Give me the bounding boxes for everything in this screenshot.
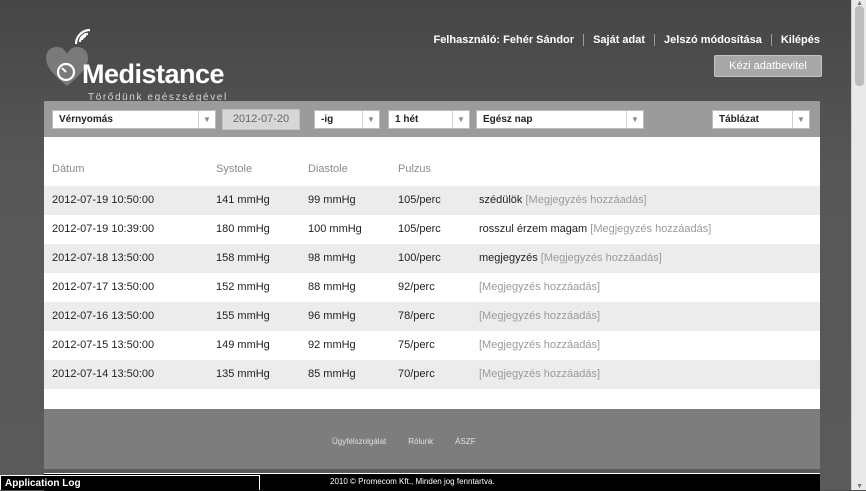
- cell-note: rosszul érzem magam [Megjegyzés hozzáadá…: [479, 215, 711, 244]
- filter-bar: Vérnyomás ▼ 2012-07-20 -ig ▼ 1 hét ▼ Egé…: [44, 101, 820, 137]
- table-row: 2012-07-14 13:50:00 135 mmHg 85 mmHg 70/…: [44, 360, 820, 389]
- cell-pulse: 100/perc: [398, 252, 441, 264]
- column-header-date: Dátum: [52, 163, 85, 175]
- cell-diastole: 92 mmHg: [308, 339, 356, 351]
- add-note-link[interactable]: [Megjegyzés hozzáadás]: [479, 281, 600, 293]
- footer: Ügyfélszolgálat Rólunk ÁSZF: [44, 409, 820, 469]
- logo[interactable]: Medistance Törődünk egészségével: [40, 22, 270, 103]
- add-note-link[interactable]: [Megjegyzés hozzáadás]: [541, 252, 662, 264]
- cell-note: [Megjegyzés hozzáadás]: [479, 360, 600, 389]
- date-mode-select[interactable]: -ig ▼: [314, 110, 380, 129]
- time-of-day-value: Egész nap: [483, 114, 533, 125]
- cell-pulse: 78/perc: [398, 310, 435, 322]
- my-data-link[interactable]: Saját adat: [584, 34, 654, 46]
- footer-link-about[interactable]: Rólunk: [408, 437, 433, 446]
- table-row: 2012-07-15 13:50:00 149 mmHg 92 mmHg 75/…: [44, 331, 820, 360]
- cell-pulse: 92/perc: [398, 281, 435, 293]
- cell-systole: 180 mmHg: [216, 223, 270, 235]
- vertical-scrollbar[interactable]: ▲ ▼: [851, 0, 866, 490]
- cell-diastole: 96 mmHg: [308, 310, 356, 322]
- application-log-tab[interactable]: Application Log: [0, 475, 260, 490]
- table-row: 2012-07-19 10:39:00 180 mmHg 100 mmHg 10…: [44, 215, 820, 244]
- cell-systole: 152 mmHg: [216, 281, 270, 293]
- chevron-down-icon: ▼: [792, 111, 809, 128]
- cell-note: megjegyzés [Megjegyzés hozzáadás]: [479, 244, 662, 273]
- cell-pulse: 105/perc: [398, 194, 441, 206]
- chevron-down-icon: ▼: [198, 111, 215, 128]
- logout-link[interactable]: Kilépés: [772, 34, 820, 46]
- view-select[interactable]: Táblázat ▼: [712, 110, 810, 129]
- cell-note: [Megjegyzés hozzáadás]: [479, 302, 600, 331]
- top-nav: Felhasználó: Fehér Sándor Saját adat Jel…: [433, 34, 820, 46]
- time-of-day-select[interactable]: Egész nap ▼: [476, 110, 644, 129]
- cell-systole: 158 mmHg: [216, 252, 270, 264]
- copyright: 2010 © Promecom Kft., Minden jog fenntar…: [330, 477, 495, 486]
- cell-systole: 149 mmHg: [216, 339, 270, 351]
- add-note-link[interactable]: [Megjegyzés hozzáadás]: [479, 339, 600, 351]
- measurement-type-value: Vérnyomás: [59, 114, 113, 125]
- cell-note: szédülök [Megjegyzés hozzáadás]: [479, 186, 647, 215]
- footer-link-terms[interactable]: ÁSZF: [455, 437, 475, 446]
- scroll-down-icon[interactable]: ▼: [856, 483, 863, 490]
- measurements-panel: Dátum Systole Diastole Pulzus 2012-07-19…: [44, 137, 820, 409]
- table-row: 2012-07-19 10:50:00 141 mmHg 99 mmHg 105…: [44, 186, 820, 215]
- footer-link-customer-service[interactable]: Ügyfélszolgálat: [332, 437, 386, 446]
- user-label: Felhasználó: Fehér Sándor: [433, 34, 575, 46]
- column-header-diastole: Diastole: [308, 163, 348, 175]
- table-header: Dátum Systole Diastole Pulzus: [44, 163, 820, 183]
- chevron-down-icon: ▼: [626, 111, 643, 128]
- cell-date: 2012-07-17 13:50:00: [52, 281, 155, 293]
- cell-diastole: 85 mmHg: [308, 368, 356, 380]
- cell-pulse: 105/perc: [398, 223, 441, 235]
- cell-diastole: 99 mmHg: [308, 194, 356, 206]
- cell-date: 2012-07-16 13:50:00: [52, 310, 155, 322]
- period-value: 1 hét: [395, 114, 419, 125]
- scrollbar-thumb[interactable]: [855, 6, 864, 86]
- cell-note: [Megjegyzés hozzáadás]: [479, 273, 600, 302]
- cell-pulse: 70/perc: [398, 368, 435, 380]
- cell-systole: 141 mmHg: [216, 194, 270, 206]
- clock-icon: [56, 62, 76, 82]
- note-text: rosszul érzem magam: [479, 223, 588, 235]
- cell-date: 2012-07-14 13:50:00: [52, 368, 155, 380]
- change-password-link[interactable]: Jelszó módosítása: [655, 34, 771, 46]
- note-text: szédülök: [479, 194, 523, 206]
- chevron-down-icon: ▼: [362, 111, 379, 128]
- view-value: Táblázat: [719, 114, 760, 125]
- measurement-type-select[interactable]: Vérnyomás ▼: [52, 110, 216, 129]
- column-header-systole: Systole: [216, 163, 253, 175]
- table-row: 2012-07-17 13:50:00 152 mmHg 88 mmHg 92/…: [44, 273, 820, 302]
- cell-date: 2012-07-19 10:39:00: [52, 223, 155, 235]
- add-note-link[interactable]: [Megjegyzés hozzáadás]: [590, 223, 711, 235]
- table-row: 2012-07-16 13:50:00 155 mmHg 96 mmHg 78/…: [44, 302, 820, 331]
- cell-systole: 135 mmHg: [216, 368, 270, 380]
- table-row: 2012-07-18 13:50:00 158 mmHg 98 mmHg 100…: [44, 244, 820, 273]
- cell-diastole: 98 mmHg: [308, 252, 356, 264]
- brand-name: Medistance: [82, 59, 225, 89]
- period-select[interactable]: 1 hét ▼: [388, 110, 470, 129]
- footer-links: Ügyfélszolgálat Rólunk ÁSZF: [332, 437, 476, 446]
- column-header-pulse: Pulzus: [398, 163, 432, 175]
- note-text: megjegyzés: [479, 252, 538, 264]
- cell-note: [Megjegyzés hozzáadás]: [479, 331, 600, 360]
- add-note-link[interactable]: [Megjegyzés hozzáadás]: [525, 194, 646, 206]
- cell-date: 2012-07-19 10:50:00: [52, 194, 155, 206]
- cell-date: 2012-07-15 13:50:00: [52, 339, 155, 351]
- cell-diastole: 100 mmHg: [308, 223, 362, 235]
- add-note-link[interactable]: [Megjegyzés hozzáadás]: [479, 368, 600, 380]
- manual-entry-button[interactable]: Kézi adatbevitel: [714, 55, 822, 77]
- cell-systole: 155 mmHg: [216, 310, 270, 322]
- cell-pulse: 75/perc: [398, 339, 435, 351]
- cell-date: 2012-07-18 13:50:00: [52, 252, 155, 264]
- cell-diastole: 88 mmHg: [308, 281, 356, 293]
- chevron-down-icon: ▼: [452, 111, 469, 128]
- date-mode-value: -ig: [321, 114, 334, 125]
- date-input[interactable]: 2012-07-20: [222, 109, 300, 130]
- add-note-link[interactable]: [Megjegyzés hozzáadás]: [479, 310, 600, 322]
